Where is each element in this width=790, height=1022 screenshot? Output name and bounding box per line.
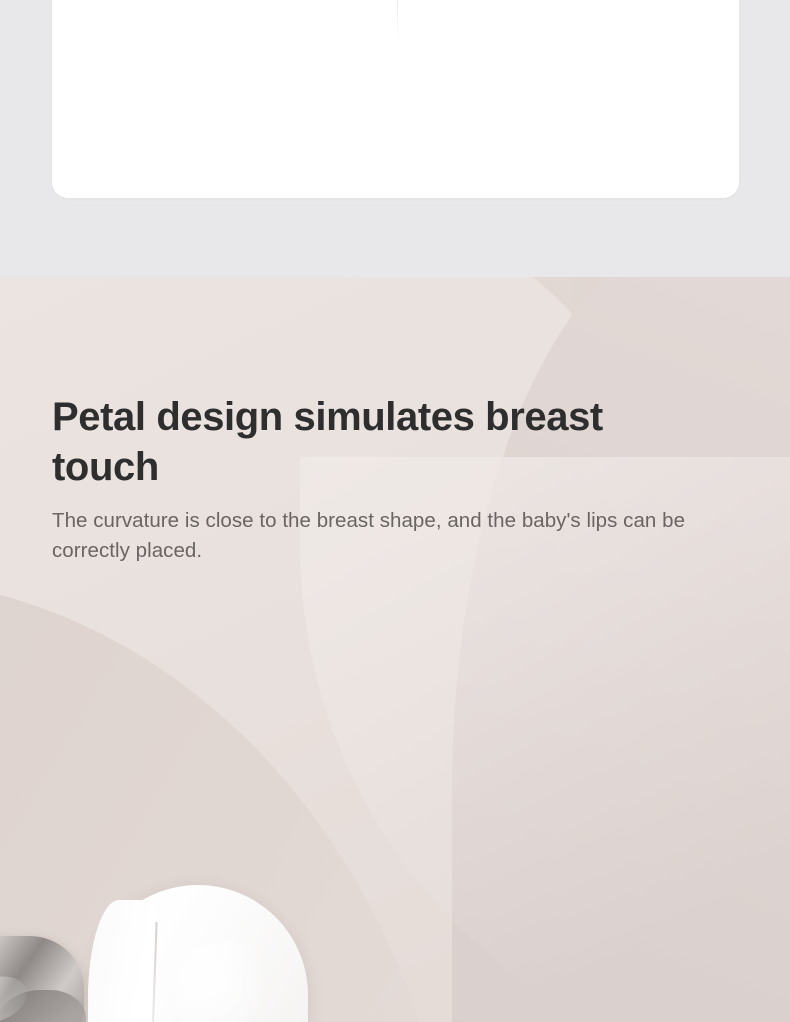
hero-copy-block: Petal design simulates breast touch The … (52, 393, 712, 566)
flow-rate-section: 2 holes Slow flow 1M+ 3 holes (0, 0, 790, 277)
column-divider (397, 0, 398, 40)
hero-subtitle: The curvature is close to the breast sha… (52, 509, 686, 563)
silicone-nipple-facet (88, 900, 156, 1022)
bottle-nipple-product-photo (0, 850, 390, 1022)
flow-rate-card: 2 holes Slow flow 1M+ 3 holes (52, 0, 739, 198)
product-detail-page: 2 holes Slow flow 1M+ 3 holes (0, 0, 790, 1022)
hero-title: Petal design simulates breast touch (52, 395, 603, 489)
petal-design-hero-section: Petal design simulates breast touch The … (0, 277, 790, 1022)
